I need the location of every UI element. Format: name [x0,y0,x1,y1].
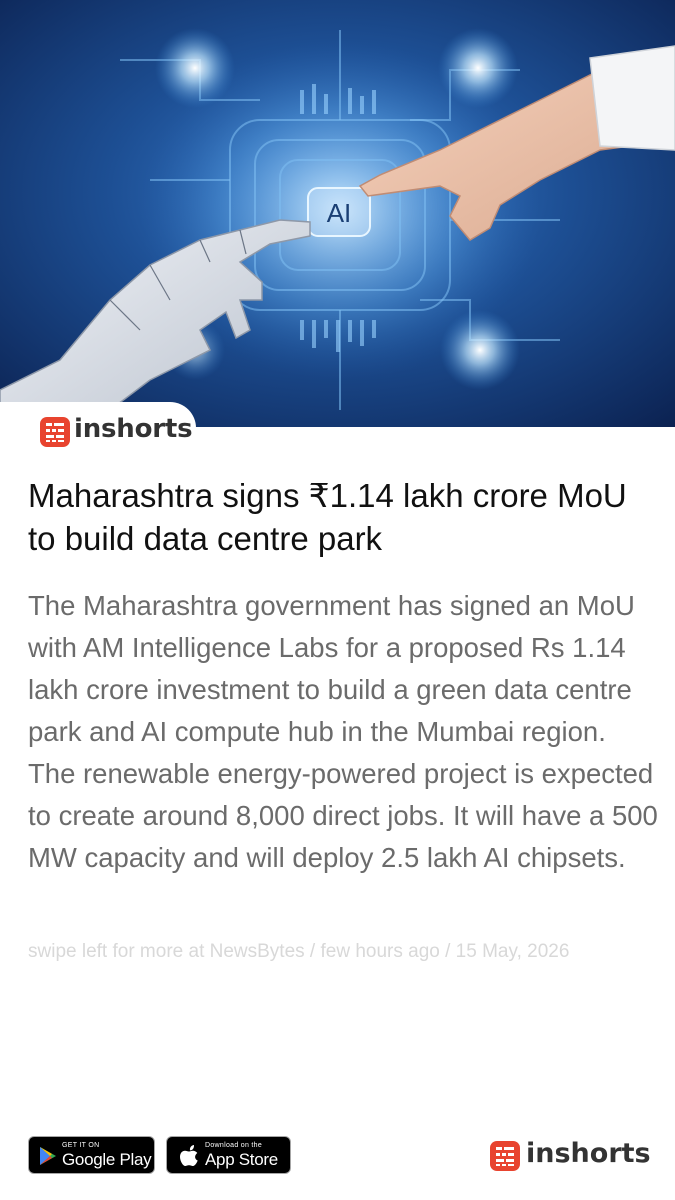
brand-name: inshorts [74,414,193,444]
inshorts-logo-icon [40,417,70,447]
article-source-line[interactable]: swipe left for more at NewsBytes / few h… [28,941,668,963]
article-body: The Maharashtra government has signed an… [28,590,658,873]
article-headline: Maharashtra signs ₹1.14 lakh crore MoU t… [28,477,627,557]
brand-tab: inshorts [0,402,196,452]
google-play-small-text: GET IT ON [62,1142,100,1149]
google-play-label: Google Play [62,1150,152,1169]
inshorts-logo-icon [490,1141,520,1171]
apple-icon [180,1145,198,1166]
google-play-icon [40,1147,56,1165]
footer-brand-name: inshorts [526,1138,651,1169]
google-play-badge[interactable]: GET IT ON Google Play [28,1136,155,1174]
app-store-label: App Store [205,1150,278,1169]
hero-image: AI [0,0,675,427]
app-store-badge[interactable]: Download on the App Store [166,1136,291,1174]
ai-chip-label: AI [327,198,352,228]
app-store-small-text: Download on the [205,1142,263,1149]
